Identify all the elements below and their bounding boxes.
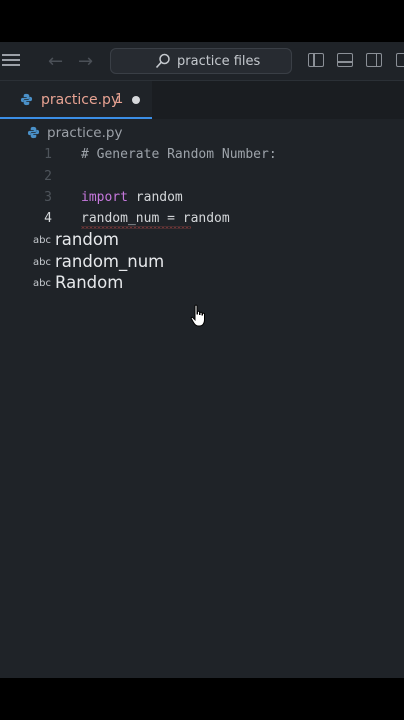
search-icon (155, 53, 170, 69)
suggestion-label: random_num (55, 252, 165, 271)
line-number: 1 (44, 147, 52, 162)
code-text: # Generate Random Number: (81, 147, 277, 162)
suggestion-item[interactable]: abc random_num (27, 252, 404, 274)
unsaved-dot-icon[interactable] (132, 96, 140, 104)
toggle-sidebar-icon[interactable] (308, 53, 324, 67)
code-line-active[interactable]: 4 random_num = random (0, 208, 404, 230)
arrow-left-icon[interactable]: ← (48, 51, 63, 72)
suggestion-label: Random (55, 273, 124, 292)
text-kind-icon: abc (33, 278, 51, 289)
code-line[interactable]: 2 (0, 166, 404, 188)
menu-icon[interactable] (2, 54, 20, 66)
problem-count-badge: 1 (115, 92, 124, 107)
error-squiggle (81, 226, 191, 229)
suggestion-widget: abc random abc random_num abc Random (27, 230, 404, 296)
customize-layout-icon[interactable] (396, 53, 404, 67)
breadcrumb-file[interactable]: practice.py (47, 125, 122, 141)
line-number: 3 (44, 190, 52, 205)
keyword-token: import (81, 190, 128, 205)
command-center-search[interactable]: practice files (110, 48, 292, 74)
title-bar: ← → practice files (0, 42, 404, 81)
arrow-right-icon[interactable]: → (78, 51, 93, 72)
code-text: import random (81, 190, 183, 205)
toggle-secondary-sidebar-icon[interactable] (366, 53, 382, 67)
line-number: 2 (44, 169, 52, 184)
code-line[interactable]: 3 import random (0, 187, 404, 209)
python-file-icon (27, 126, 40, 139)
text-kind-icon: abc (33, 235, 51, 246)
python-file-icon (20, 93, 33, 106)
hand-pointer-icon (190, 304, 205, 327)
suggestion-item[interactable]: abc random (27, 230, 404, 252)
editor-window: ← → practice files practice.py 1 practic… (0, 42, 404, 678)
code-line[interactable]: 1 # Generate Random Number: (0, 144, 404, 166)
suggestion-label: random (55, 230, 119, 249)
toggle-panel-icon[interactable] (337, 53, 353, 67)
line-number: 4 (44, 211, 52, 226)
code-text: random_num = random (81, 211, 230, 226)
tab-practice-py[interactable]: practice.py 1 (0, 81, 152, 119)
tab-label: practice.py (41, 92, 120, 108)
code-token: random (127, 190, 183, 205)
suggestion-item[interactable]: abc Random (27, 273, 404, 295)
search-label: practice files (177, 54, 261, 69)
breadcrumb: practice.py (0, 122, 404, 144)
text-kind-icon: abc (33, 257, 51, 268)
tab-bar: practice.py 1 (0, 81, 404, 119)
